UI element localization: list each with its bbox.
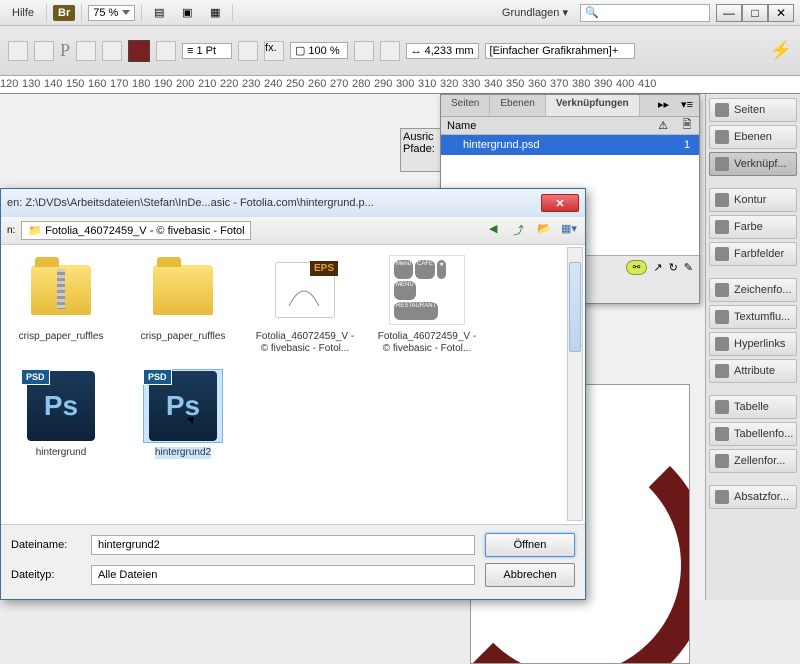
corner-icon[interactable] (380, 41, 400, 61)
links-col-status[interactable]: ⚠ (651, 119, 675, 132)
panel-button-farbfelder[interactable]: Farbfelder (709, 242, 797, 266)
file-item[interactable]: PSDPshintergrund2 (131, 369, 235, 459)
update-link-icon[interactable]: ↻ (669, 261, 678, 274)
arrange-icon[interactable]: ▦ (204, 3, 226, 23)
tab-verknuepfungen[interactable]: Verknüpfungen (546, 95, 640, 116)
view-menu-icon[interactable]: ▦▾ (561, 222, 579, 240)
cancel-button[interactable]: Abbrechen (485, 563, 575, 587)
panel-button-textumflu[interactable]: Textumflu... (709, 305, 797, 329)
panel-dock: Seiten Ebenen Verknüpf... Kontur Farbe Farbfe… (705, 94, 800, 600)
view-options-icon[interactable]: ▤ (148, 3, 170, 23)
edit-original-icon[interactable]: ✎ (684, 261, 693, 274)
panel-button-tabelle[interactable]: Tabelle (709, 395, 797, 419)
goto-link-icon[interactable]: ↗ (653, 261, 662, 274)
panel-button-kontur[interactable]: Kontur (709, 188, 797, 212)
panel-button-tabellenfo[interactable]: Tabellenfo... (709, 422, 797, 446)
filename-label: Dateiname: (11, 539, 81, 551)
panel-menu-icon[interactable]: ▾≡ (675, 95, 699, 116)
panel-button-ebenen[interactable]: Ebenen (709, 125, 797, 149)
grid-icon[interactable] (102, 41, 122, 61)
stroke-weight-field[interactable]: ≡1 Pt (182, 43, 232, 59)
file-item[interactable]: MenuCAFE★MENURESTAURANTFotolia_46072459_… (375, 253, 479, 355)
relink-icon[interactable]: ⚯ (626, 260, 648, 275)
filename-field[interactable]: hintergrund2 (91, 535, 475, 555)
file-item[interactable]: EPSFotolia_46072459_V - © fivebasic - Fo… (253, 253, 357, 355)
links-row[interactable]: hintergrund.psd 1 (441, 135, 699, 155)
links-col-name[interactable]: Name (441, 120, 651, 132)
panel-button-zeichenfo[interactable]: Zeichenfo... (709, 278, 797, 302)
file-open-dialog: en: Z:\DVDs\Arbeitsdateien\Stefan\InDe..… (0, 188, 586, 600)
dialog-titlebar[interactable]: en: Z:\DVDs\Arbeitsdateien\Stefan\InDe..… (1, 189, 585, 217)
top-menubar: Hilfe Br 75 % ▤ ▣ ▦ Grundlagen ▾ 🔍 — □ ✕ (0, 0, 800, 26)
dialog-close-button[interactable]: ✕ (541, 194, 579, 212)
bridge-button[interactable]: Br (53, 5, 75, 21)
dimension-field[interactable]: ↔4,233 mm (406, 43, 479, 59)
file-item[interactable]: PSDPshintergrund (9, 369, 113, 459)
links-col-page[interactable]: 🗎 (675, 116, 699, 135)
screen-mode-icon[interactable]: ▣ (176, 3, 198, 23)
panel-button-verknüpf[interactable]: Verknüpf... (709, 152, 797, 176)
search-field[interactable]: 🔍 (580, 4, 710, 22)
tab-ebenen[interactable]: Ebenen (490, 95, 545, 116)
panel-button-absatzfor[interactable]: Absatzfor... (709, 485, 797, 509)
panel-button-seiten[interactable]: Seiten (709, 98, 797, 122)
window-maximize[interactable]: □ (742, 4, 768, 22)
panel-button-attribute[interactable]: Attribute (709, 359, 797, 383)
nav-back-icon[interactable]: ◀ (489, 222, 507, 240)
file-scrollbar[interactable] (567, 247, 583, 521)
new-folder-icon[interactable]: 📂 (537, 222, 555, 240)
dialog-toolbar: n: 📁 Fotolia_46072459_V - © fivebasic - … (1, 217, 585, 245)
panel-button-zellenfor[interactable]: Zellenfor... (709, 449, 797, 473)
panel-button-farbe[interactable]: Farbe (709, 215, 797, 239)
window-minimize[interactable]: — (716, 4, 742, 22)
shape-icon[interactable] (34, 41, 54, 61)
file-item[interactable]: crisp_paper_ruffles (131, 253, 235, 355)
fill-swatch[interactable] (128, 40, 150, 62)
quick-apply-icon[interactable]: ⚡ (770, 40, 792, 61)
filetype-label: Dateityp: (11, 569, 81, 581)
selection-icon[interactable] (8, 41, 28, 61)
character-icon[interactable]: P (60, 40, 70, 61)
anchor-icon[interactable] (76, 41, 96, 61)
window-close[interactable]: ✕ (768, 4, 794, 22)
menu-help[interactable]: Hilfe (6, 5, 40, 21)
wrap-icon[interactable] (354, 41, 374, 61)
panel-button-hyperlinks[interactable]: Hyperlinks (709, 332, 797, 356)
filetype-field[interactable]: Alle Dateien (91, 565, 475, 585)
nav-up-icon[interactable]: ⤴ (513, 222, 531, 240)
stroke-style[interactable] (238, 41, 258, 61)
fx-icon[interactable]: fx. (264, 41, 284, 61)
horizontal-ruler: 1201301401501601701801902002102202302402… (0, 76, 800, 94)
workspace-switcher[interactable]: Grundlagen ▾ (496, 4, 574, 21)
file-list[interactable]: crisp_paper_rufflescrisp_paper_rufflesEP… (1, 245, 585, 525)
lookin-combo[interactable]: 📁 Fotolia_46072459_V - © fivebasic - Fot… (21, 221, 251, 240)
stroke-swatch[interactable] (156, 41, 176, 61)
dialog-title-text: en: Z:\DVDs\Arbeitsdateien\Stefan\InDe..… (7, 197, 374, 209)
object-style-field[interactable]: [Einfacher Grafikrahmen]+ (485, 43, 635, 59)
opacity-field[interactable]: ▢100 % (290, 42, 348, 59)
open-button[interactable]: Öffnen (485, 533, 575, 557)
tab-seiten[interactable]: Seiten (441, 95, 490, 116)
file-item[interactable]: crisp_paper_ruffles (9, 253, 113, 355)
control-bar: P ≡1 Pt fx. ▢100 % ↔4,233 mm [Einfacher … (0, 26, 800, 76)
lookin-label: n: (7, 225, 15, 236)
panel-collapse-icon[interactable]: ▸▸ (652, 95, 675, 116)
zoom-field[interactable]: 75 % (88, 5, 135, 21)
